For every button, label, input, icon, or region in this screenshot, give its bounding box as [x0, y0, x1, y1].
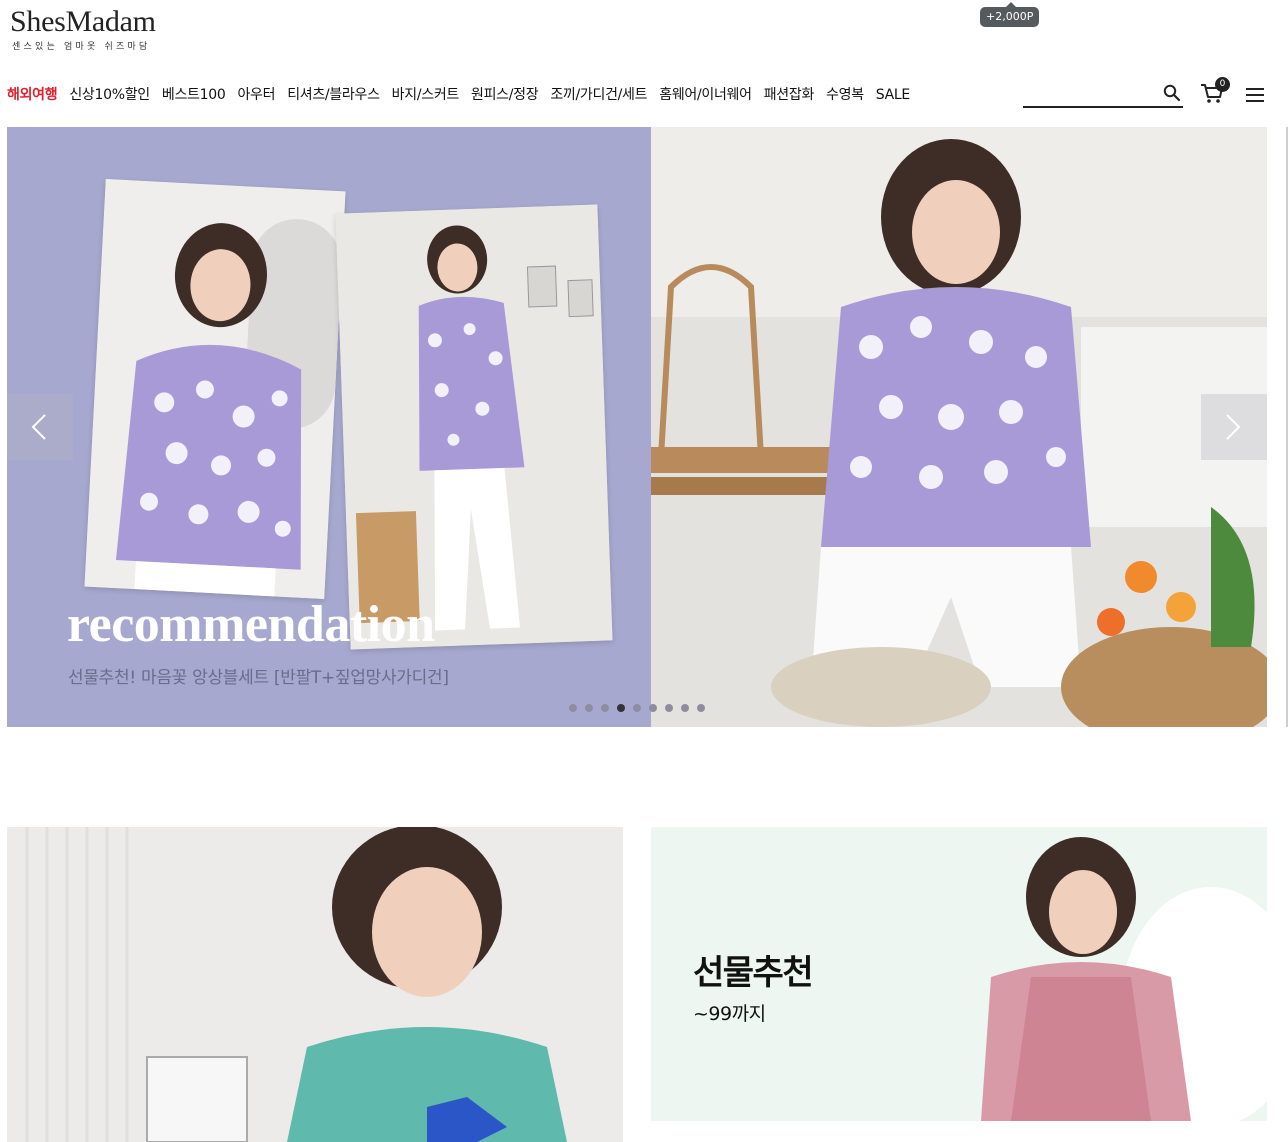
- product-photo-front: [84, 178, 346, 600]
- hamburger-menu-icon[interactable]: [1244, 86, 1266, 104]
- nav-item-swimwear[interactable]: 수영복: [826, 82, 864, 108]
- hero-left-panel: recommendation 선물추천! 마음꽃 앙상블세트 [반팔T+짚업망사…: [7, 127, 651, 727]
- cart-button[interactable]: 0: [1199, 77, 1230, 108]
- slider-pagination: [569, 704, 705, 712]
- promo-title: 선물추천: [693, 953, 814, 993]
- nav-item-fashion-goods[interactable]: 패션잡화: [764, 82, 815, 108]
- search-input[interactable]: [1023, 82, 1158, 104]
- hero-caption: 선물추천! 마음꽃 앙상블세트 [반팔T+짚업망사가디건]: [68, 668, 449, 688]
- points-badge: +2,000P: [980, 2, 1040, 27]
- slider-dot[interactable]: [569, 704, 577, 712]
- logo-text: ShesMadam: [10, 5, 156, 38]
- hero-right-photo: [651, 127, 1267, 727]
- search-box: [1023, 82, 1183, 108]
- product-photo-full: [335, 204, 613, 650]
- nav-item-vest-cardigan-set[interactable]: 조끼/가디건/세트: [550, 82, 647, 108]
- promo-banner-right[interactable]: 선물추천 ~99까지: [651, 827, 1267, 1121]
- nav-item-new-discount[interactable]: 신상10%할인: [69, 82, 150, 108]
- site-logo[interactable]: ShesMadam 센스있는 엄마옷 쉬즈마담: [10, 6, 200, 54]
- main-nav: 해외여행 신상10%할인 베스트100 아우터 티셔츠/블라우스 바지/스커트 …: [7, 82, 922, 108]
- slider-next-button[interactable]: [1201, 394, 1267, 460]
- slider-dot[interactable]: [633, 704, 641, 712]
- promo-banner-left[interactable]: [7, 827, 623, 1142]
- nav-item-sale[interactable]: SALE: [876, 82, 910, 108]
- nav-item-onepiece-suit[interactable]: 원피스/정장: [471, 82, 539, 108]
- chevron-right-icon: [1226, 414, 1241, 440]
- cart-count-badge: 0: [1215, 77, 1230, 92]
- hero-title: recommendation: [67, 596, 435, 653]
- slider-dot[interactable]: [601, 704, 609, 712]
- slider-prev-button[interactable]: [7, 394, 73, 460]
- search-icon[interactable]: [1163, 84, 1181, 102]
- promo-subtitle: ~99까지: [693, 1003, 766, 1025]
- nav-item-best100[interactable]: 베스트100: [162, 82, 226, 108]
- logo-subtitle: 센스있는 엄마옷 쉬즈마담: [12, 42, 151, 52]
- slider-dot[interactable]: [649, 704, 657, 712]
- slider-dot[interactable]: [681, 704, 689, 712]
- slider-dot[interactable]: [665, 704, 673, 712]
- nav-item-pants-skirt[interactable]: 바지/스커트: [392, 82, 460, 108]
- slider-dot[interactable]: [697, 704, 705, 712]
- nav-item-outer[interactable]: 아우터: [237, 82, 275, 108]
- nav-item-travel[interactable]: 해외여행: [7, 82, 58, 108]
- nav-item-homewear-inner[interactable]: 홈웨어/이너웨어: [659, 82, 752, 108]
- chevron-left-icon: [31, 414, 46, 440]
- slider-dot[interactable]: [585, 704, 593, 712]
- nav-item-tshirt-blouse[interactable]: 티셔츠/블라우스: [287, 82, 380, 108]
- slider-dot-active[interactable]: [617, 704, 625, 712]
- hero-slider[interactable]: recommendation 선물추천! 마음꽃 앙상블세트 [반팔T+짚업망사…: [7, 127, 1267, 727]
